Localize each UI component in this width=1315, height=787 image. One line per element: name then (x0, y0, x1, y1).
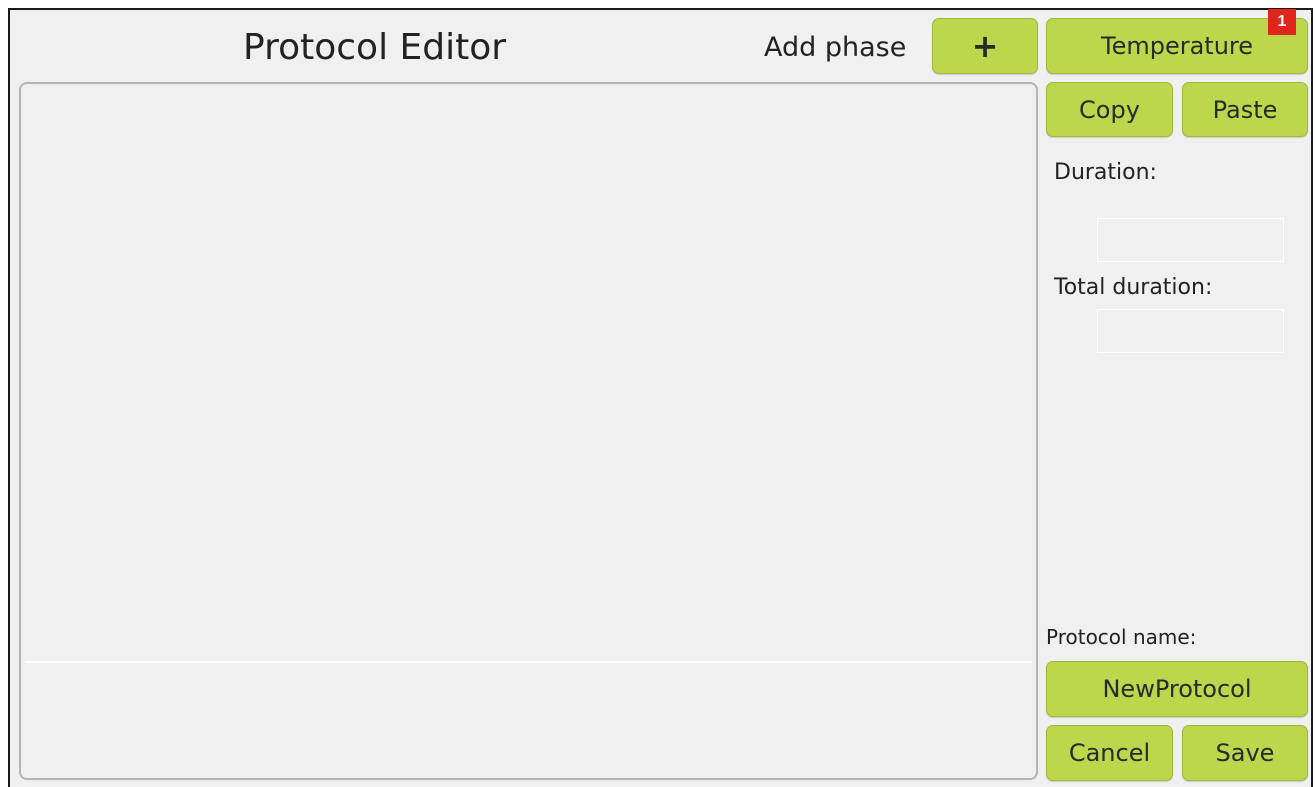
panel-divider (25, 661, 1032, 663)
add-phase-button[interactable]: + (932, 18, 1038, 74)
duration-label: Duration: (1054, 160, 1157, 185)
paste-button[interactable]: Paste (1182, 82, 1308, 137)
protocol-name-button[interactable]: NewProtocol (1046, 661, 1308, 717)
copy-button[interactable]: Copy (1046, 82, 1173, 137)
protocol-name-label: Protocol name: (1046, 625, 1197, 649)
save-button[interactable]: Save (1182, 725, 1308, 781)
annotation-badge: 1 (1268, 9, 1296, 35)
total-duration-label: Total duration: (1054, 275, 1213, 300)
duration-field[interactable] (1097, 218, 1284, 262)
phase-editor-panel[interactable] (19, 82, 1038, 780)
page-title: Protocol Editor (243, 27, 507, 68)
plus-icon: + (971, 27, 999, 65)
cancel-button[interactable]: Cancel (1046, 725, 1173, 781)
total-duration-field[interactable] (1097, 309, 1284, 353)
add-phase-label: Add phase (764, 32, 907, 63)
